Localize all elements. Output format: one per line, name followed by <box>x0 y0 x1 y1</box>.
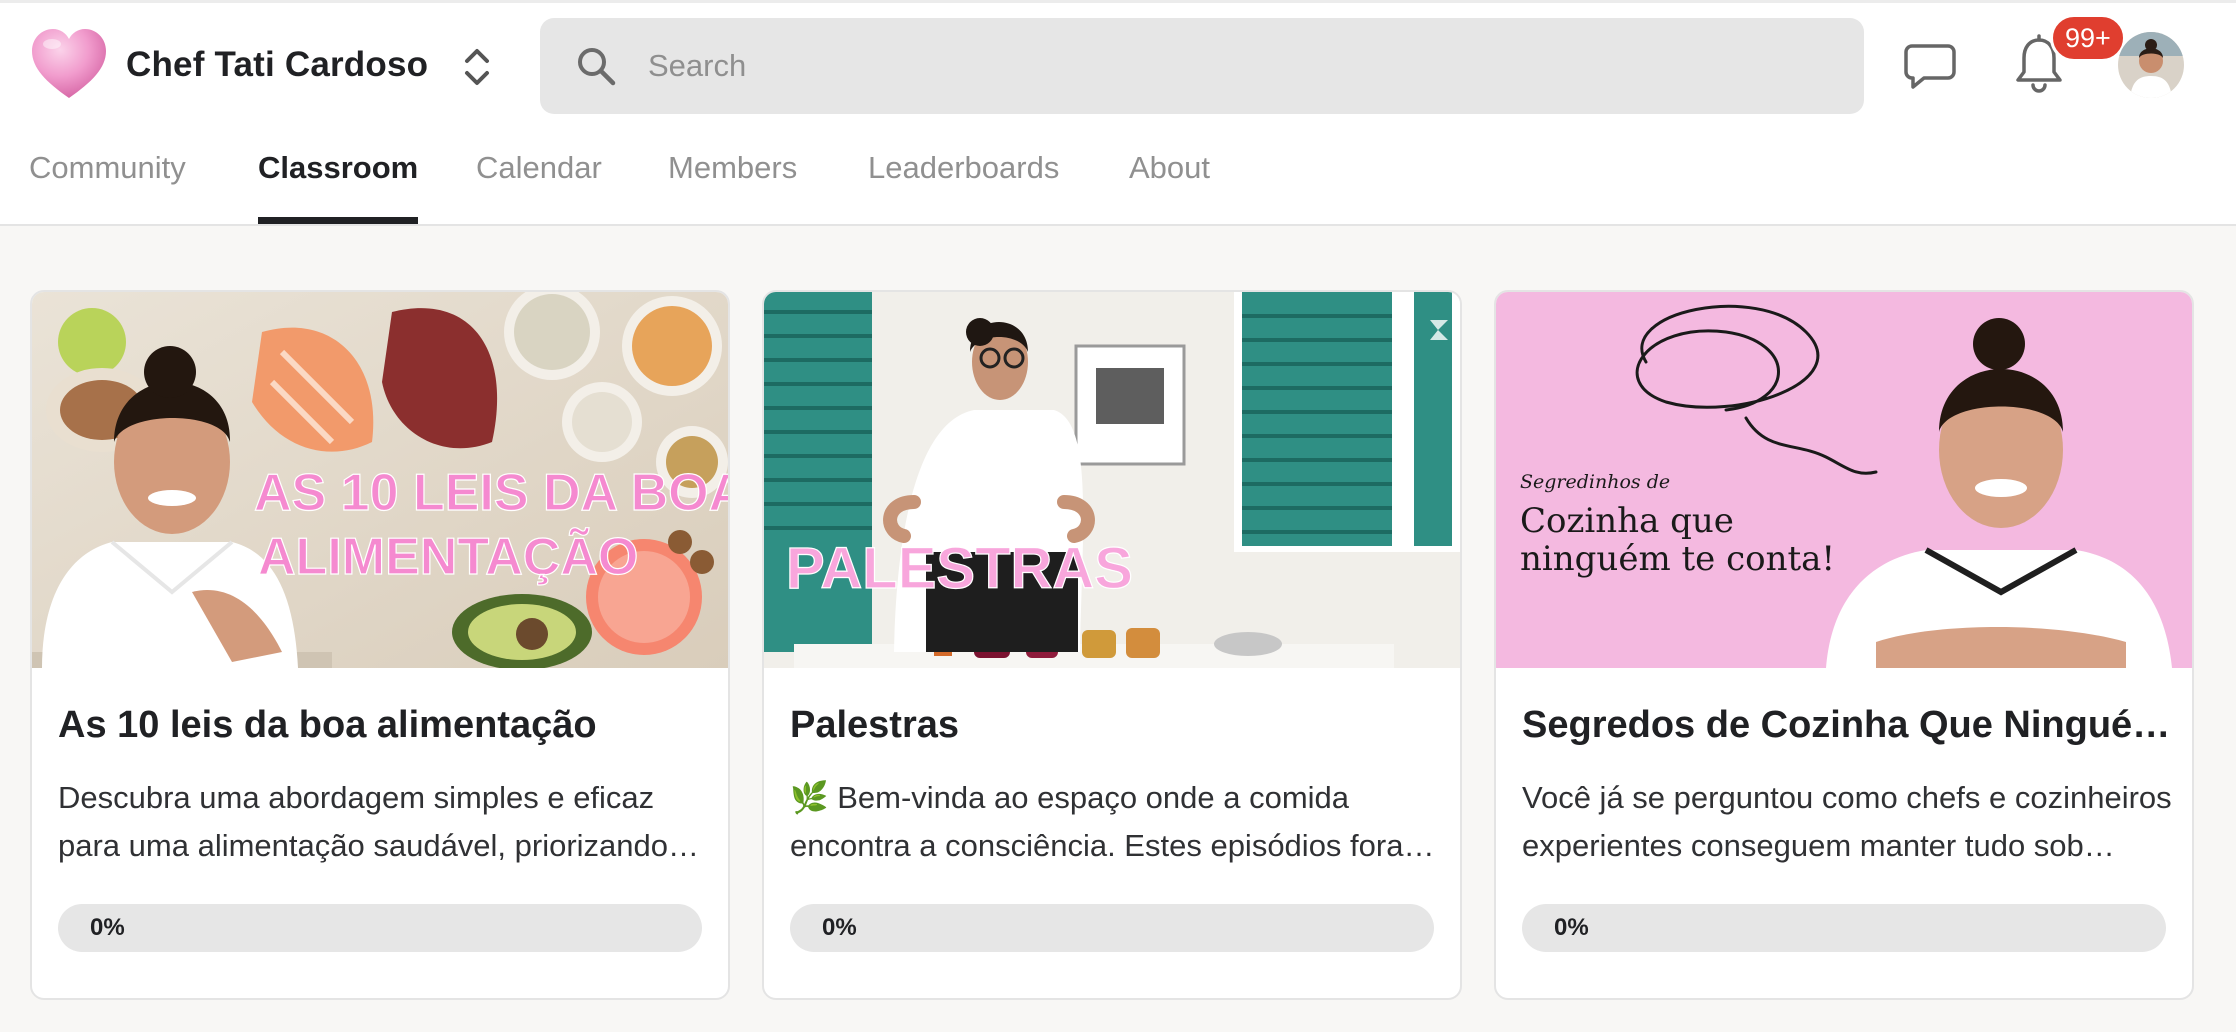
course-description: Descubra uma abordagem simples e eficaz … <box>58 780 669 863</box>
tab-label: Leaderboards <box>868 150 1060 185</box>
community-name: Chef Tati Cardoso <box>126 45 429 84</box>
chat-button[interactable] <box>1902 40 1958 92</box>
tab-label: Calendar <box>476 150 602 185</box>
tab-label: About <box>1129 150 1211 185</box>
progress-label: 0% <box>1554 914 1589 941</box>
user-avatar-image <box>2118 32 2184 98</box>
chat-bubble-icon <box>1904 44 1956 89</box>
main-navigation-tabs: Community Classroom Calendar Members Lea… <box>0 140 1400 226</box>
course-progress-bar: 0% <box>790 904 1434 952</box>
course-title: As 10 leis da boa alimentação <box>58 704 597 746</box>
top-divider <box>0 0 2236 3</box>
notification-badge: 99+ <box>2050 14 2126 62</box>
community-brand[interactable]: Chef Tati Cardoso <box>28 24 428 106</box>
tab-calendar[interactable]: Calendar <box>476 140 602 226</box>
course-progress-bar: 0% <box>1522 904 2166 952</box>
tab-label: Classroom <box>258 150 419 185</box>
cover-text-line: ninguém te conta! <box>1520 539 1835 579</box>
course-description: Você já se perguntou como chefs e cozinh… <box>1522 780 2172 863</box>
course-card[interactable]: Segredinhos de Cozinha que ninguém te co… <box>1494 290 2194 1000</box>
tab-community[interactable]: Community <box>29 140 186 226</box>
avatar[interactable] <box>2118 32 2184 98</box>
active-tab-indicator <box>258 217 419 224</box>
search-icon <box>578 48 616 86</box>
community-switcher[interactable] <box>456 44 498 90</box>
course-cover-image: AS 10 LEIS DA BOA ALIMENTAÇÃO <box>32 292 728 668</box>
course-card[interactable]: PALESTRAS Palestras 🌿 Bem-vinda ao espaç… <box>762 290 1462 1000</box>
chevron-up-down-icon <box>465 49 489 85</box>
progress-label: 0% <box>822 914 857 941</box>
tab-leaderboards[interactable]: Leaderboards <box>868 140 1059 226</box>
cover-text-line: PALESTRAS <box>786 536 1133 601</box>
course-cover-image: Segredinhos de Cozinha que ninguém te co… <box>1496 292 2192 668</box>
course-title: Segredos de Cozinha Que Ninguém Te Conta <box>1522 704 2172 746</box>
course-title: Palestras <box>790 704 960 746</box>
pink-heart-icon <box>32 29 106 98</box>
tab-label: Members <box>668 150 798 185</box>
tab-members[interactable]: Members <box>668 140 797 226</box>
cover-text-line: AS 10 LEIS DA BOA <box>254 464 728 522</box>
tab-about[interactable]: About <box>1129 140 1210 226</box>
cover-text-line: ALIMENTAÇÃO <box>258 527 638 586</box>
course-progress-bar: 0% <box>58 904 702 952</box>
progress-label: 0% <box>90 914 125 941</box>
tab-classroom[interactable]: Classroom <box>258 140 419 226</box>
cover-text-line: Segredinhos de <box>1520 471 1670 493</box>
course-description: 🌿 Bem-vinda ao espaço onde a comida enco… <box>790 780 1430 863</box>
search-input[interactable] <box>648 36 1828 96</box>
search-bar[interactable] <box>540 18 1864 114</box>
course-cover-image: PALESTRAS <box>764 292 1460 668</box>
top-header: Chef Tati Cardoso 99+ <box>0 0 2236 226</box>
tab-label: Community <box>29 150 186 185</box>
cover-text-line: Cozinha que <box>1520 501 1734 541</box>
course-card[interactable]: AS 10 LEIS DA BOA ALIMENTAÇÃO As 10 leis… <box>30 290 730 1000</box>
